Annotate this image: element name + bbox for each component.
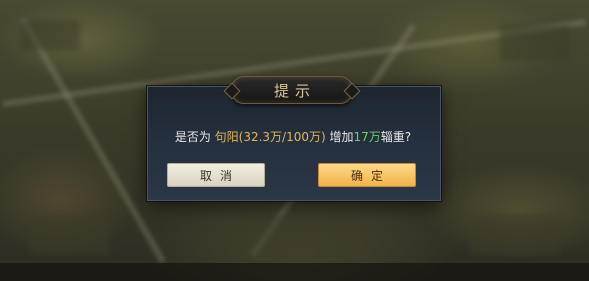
- message-city: 句阳(32.3万/100万): [214, 130, 326, 144]
- message-suffix: 辎重?: [380, 130, 412, 144]
- cancel-button[interactable]: 取消: [167, 163, 265, 187]
- map-building: [500, 25, 570, 60]
- message-amount: 17万: [353, 130, 381, 144]
- message-middle: 增加: [325, 130, 354, 144]
- dialog-title-plate: 提示: [231, 76, 353, 104]
- bottom-hud-bar: [0, 263, 589, 281]
- map-building: [470, 215, 560, 255]
- dialog-title: 提示: [273, 81, 316, 100]
- map-building: [30, 215, 110, 255]
- dialog-message: 是否为 句阳(32.3万/100万) 增加17万辎重?: [147, 128, 439, 145]
- map-building: [20, 20, 80, 50]
- map-building: [230, 215, 350, 260]
- confirm-button[interactable]: 确定: [318, 163, 416, 187]
- message-prefix: 是否为: [174, 130, 215, 144]
